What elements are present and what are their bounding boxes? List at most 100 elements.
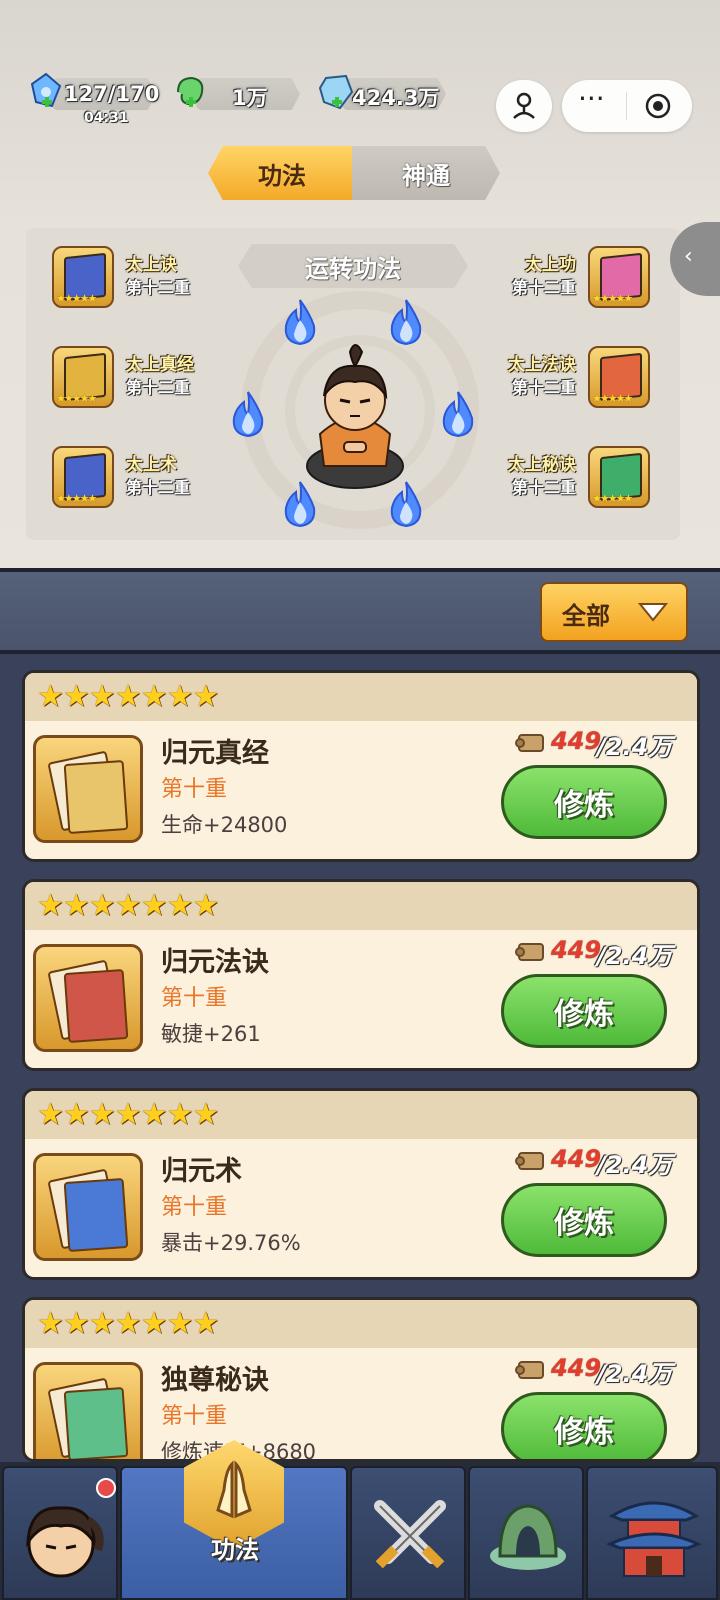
scroll-icon bbox=[515, 1152, 544, 1170]
scroll-icon bbox=[515, 734, 544, 752]
main-tabs: 功法 神通 bbox=[208, 146, 504, 200]
stamina-timer: 04:31 bbox=[84, 110, 129, 126]
slot-name: 太上法诀 bbox=[508, 355, 576, 375]
slot-level: 第十二重 bbox=[126, 478, 191, 497]
skill-name: 归元法诀 bbox=[161, 947, 269, 978]
left-slot-2[interactable]: ★★★★★ bbox=[52, 346, 114, 408]
slot-stars: ★★★★★ bbox=[592, 292, 633, 305]
chevron-left-icon: ‹ bbox=[684, 244, 693, 269]
jade-value: 1万 bbox=[232, 86, 268, 110]
filter-label: 全部 bbox=[562, 602, 610, 630]
praying-hands-icon bbox=[216, 1460, 252, 1519]
panel-title: 运转功法 bbox=[238, 244, 468, 288]
owned-amount: 449 bbox=[551, 1354, 602, 1382]
crystal-value: 424.3万 bbox=[352, 86, 440, 110]
skill-book-icon[interactable] bbox=[33, 735, 143, 843]
slot-level: 第十二重 bbox=[126, 378, 191, 397]
blue-flame-icon bbox=[442, 391, 474, 438]
slot-level: 第十二重 bbox=[511, 378, 576, 397]
star-rating: ★★★★★★★ bbox=[37, 1097, 219, 1132]
slot-stars: ★★★★★ bbox=[56, 492, 97, 505]
scroll-icon bbox=[515, 1361, 544, 1379]
close-miniprogram-icon[interactable] bbox=[644, 92, 672, 120]
nav-character[interactable] bbox=[2, 1466, 118, 1600]
more-options-icon[interactable]: ··· bbox=[578, 82, 605, 115]
required-amount: /2.4万 bbox=[597, 1360, 673, 1388]
skill-card: ★★★★★★★ 归元真经 第十重 生命+24800 449 /2.4万 修炼 bbox=[22, 670, 700, 862]
right-slot-1[interactable]: ★★★★★ bbox=[588, 246, 650, 308]
skill-name: 归元真经 bbox=[161, 738, 269, 769]
skill-card: ★★★★★★★ 归元术 第十重 暴击+29.76% 449 /2.4万 修炼 bbox=[22, 1088, 700, 1280]
skill-card: ★★★★★★★ 归元法诀 第十重 敏捷+261 449 /2.4万 修炼 bbox=[22, 879, 700, 1071]
required-amount: /2.4万 bbox=[597, 1151, 673, 1179]
slot-name: 太上秘诀 bbox=[508, 455, 576, 475]
profile-button[interactable] bbox=[496, 80, 552, 132]
profile-icon bbox=[513, 92, 535, 119]
blue-flame-icon bbox=[232, 391, 264, 438]
skill-book-icon[interactable] bbox=[33, 944, 143, 1052]
train-button[interactable]: 修炼 bbox=[501, 1392, 667, 1459]
filter-dropdown[interactable]: 全部 bbox=[540, 582, 688, 642]
right-slot-2[interactable]: ★★★★★ bbox=[588, 346, 650, 408]
cave-icon bbox=[490, 1504, 566, 1570]
slot-level: 第十二重 bbox=[511, 278, 576, 297]
train-button[interactable]: 修炼 bbox=[501, 974, 667, 1048]
right-slot-3[interactable]: ★★★★★ bbox=[588, 446, 650, 508]
skill-level: 第十重 bbox=[161, 986, 228, 1011]
skill-card: ★★★★★★★ 独尊秘诀 第十重 修炼速度+8680 449 /2.4万 修炼 bbox=[22, 1297, 700, 1462]
divider bbox=[626, 92, 627, 120]
slot-stars: ★★★★★ bbox=[592, 392, 633, 405]
capsule-menu: ··· bbox=[562, 80, 692, 132]
temple-icon bbox=[606, 1501, 702, 1577]
tab-shentong[interactable]: 神通 bbox=[352, 146, 500, 200]
skill-attribute: 生命+24800 bbox=[161, 813, 288, 837]
skill-level: 第十重 bbox=[161, 1404, 228, 1429]
cultivator-character bbox=[306, 344, 404, 489]
skill-attribute: 暴击+29.76% bbox=[161, 1231, 301, 1255]
required-amount: /2.4万 bbox=[597, 733, 673, 761]
owned-amount: 449 bbox=[551, 936, 602, 964]
slot-stars: ★★★★★ bbox=[56, 292, 97, 305]
nav-sect[interactable] bbox=[586, 1466, 718, 1600]
skill-level: 第十重 bbox=[161, 1195, 228, 1220]
owned-amount: 449 bbox=[551, 1145, 602, 1173]
jade-dragon-icon bbox=[177, 76, 204, 107]
star-rating: ★★★★★★★ bbox=[37, 1306, 219, 1341]
crossed-swords-icon bbox=[374, 1500, 446, 1569]
skill-name: 归元术 bbox=[161, 1156, 242, 1187]
skill-attribute: 敏捷+261 bbox=[161, 1022, 261, 1046]
jade-resource[interactable]: 1万 bbox=[172, 76, 302, 112]
star-rating: ★★★★★★★ bbox=[37, 888, 219, 923]
owned-amount: 449 bbox=[551, 727, 602, 755]
skill-name: 独尊秘诀 bbox=[161, 1365, 269, 1396]
required-amount: /2.4万 bbox=[597, 942, 673, 970]
slot-name: 太上真经 bbox=[126, 355, 194, 375]
train-button[interactable]: 修炼 bbox=[501, 1183, 667, 1257]
bottom-nav bbox=[0, 1462, 720, 1600]
left-slot-1[interactable]: ★★★★★ bbox=[52, 246, 114, 308]
slot-stars: ★★★★★ bbox=[592, 492, 633, 505]
nav-cave[interactable] bbox=[468, 1466, 584, 1600]
slot-name: 太上功 bbox=[525, 255, 576, 275]
skill-book-icon[interactable] bbox=[33, 1153, 143, 1261]
skill-book-icon[interactable] bbox=[33, 1362, 143, 1459]
crystal-resource[interactable]: 424.3万 bbox=[318, 74, 448, 112]
slot-level: 第十二重 bbox=[511, 478, 576, 497]
stamina-crystal-icon bbox=[30, 72, 62, 108]
left-slot-3[interactable]: ★★★★★ bbox=[52, 446, 114, 508]
train-button[interactable]: 修炼 bbox=[501, 765, 667, 839]
stamina-value: 127/170 bbox=[64, 82, 160, 106]
character-icon bbox=[26, 1506, 104, 1578]
slot-name: 太上术 bbox=[126, 455, 177, 475]
stamina-resource[interactable]: 127/170 bbox=[28, 72, 160, 112]
slot-name: 太上诀 bbox=[126, 255, 177, 275]
nav-battle[interactable] bbox=[350, 1466, 466, 1600]
spirit-stone-icon bbox=[318, 74, 354, 110]
tab-gongfa[interactable]: 功法 bbox=[208, 146, 356, 200]
slot-level: 第十二重 bbox=[126, 278, 191, 297]
notification-badge bbox=[96, 1478, 116, 1498]
nav-active-label: 功法 bbox=[211, 1536, 259, 1564]
skill-level: 第十重 bbox=[161, 777, 228, 802]
scroll-icon bbox=[515, 943, 544, 961]
star-rating: ★★★★★★★ bbox=[37, 679, 219, 714]
